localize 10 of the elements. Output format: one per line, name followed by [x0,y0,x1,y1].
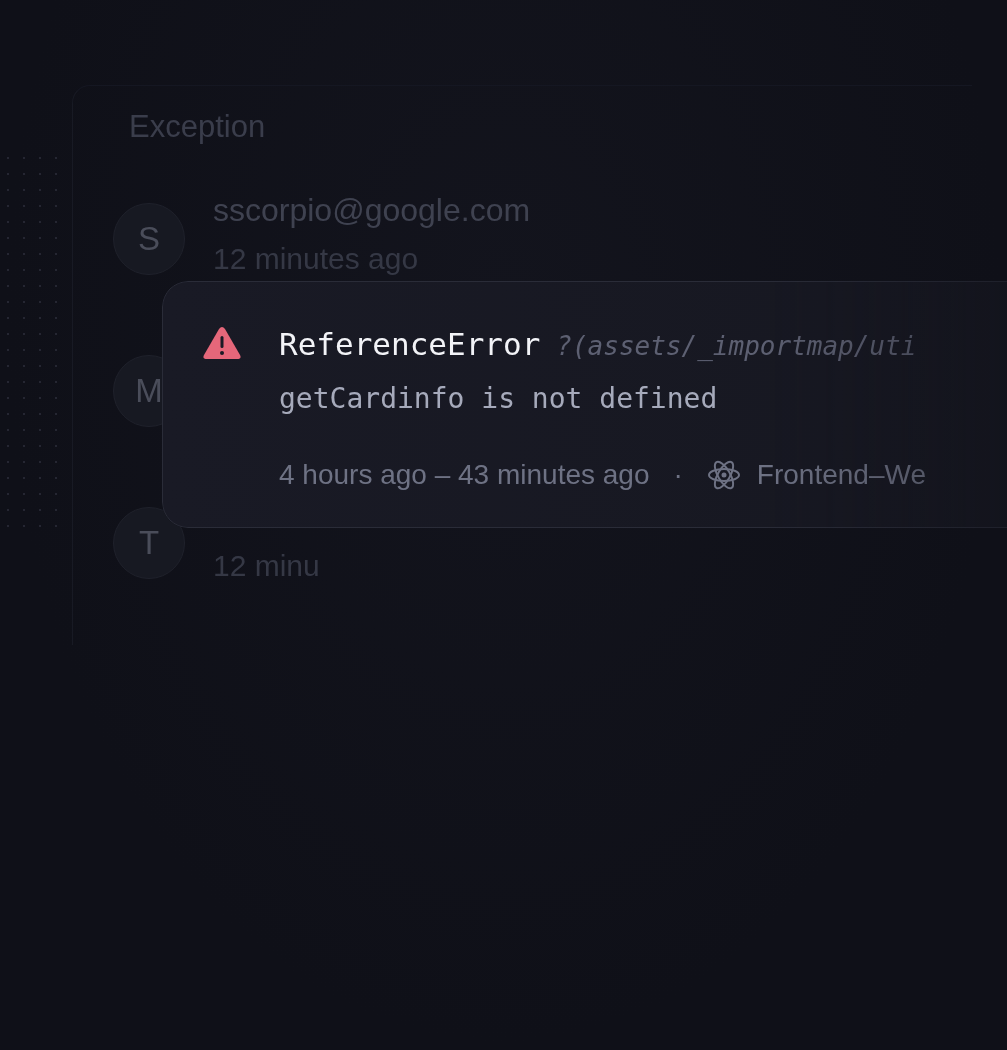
atom-icon [706,458,741,492]
time-range: 4 hours ago – 43 minutes ago [279,458,650,492]
separator-dot: · [673,458,683,492]
avatar: T [113,506,185,579]
error-type: ReferenceError [279,326,541,364]
warning-icon [203,326,241,360]
project-name: Frontend–We [756,458,926,492]
error-message: getCardinfo is not defined [279,381,719,417]
file-path: ?(assets/_importmap/uti [556,330,917,363]
avatar: S [113,202,185,275]
